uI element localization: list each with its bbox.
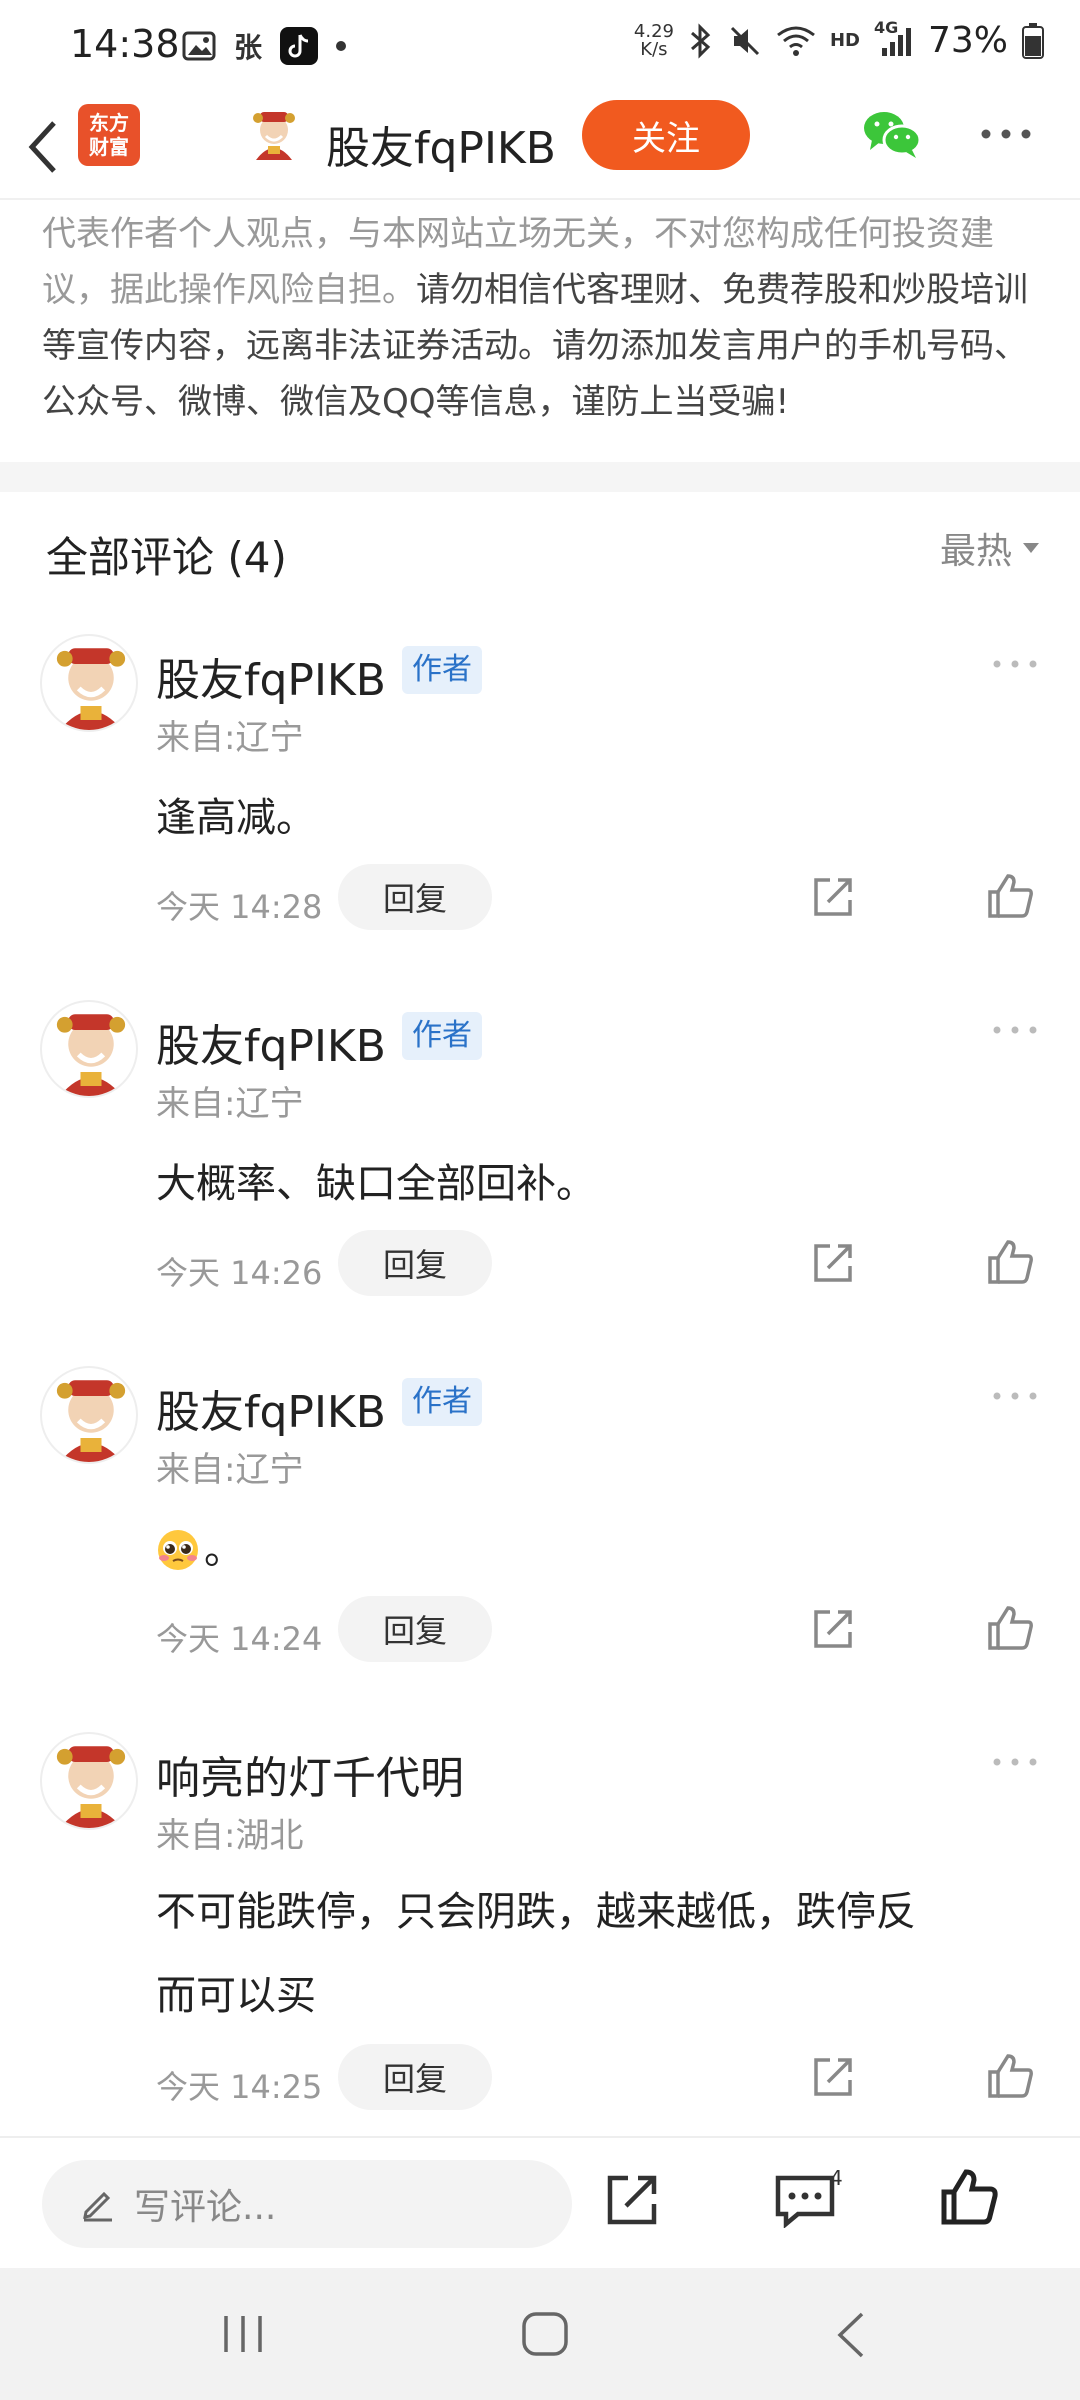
comment-time: 今天 14:24 xyxy=(156,1620,323,1658)
like-icon[interactable] xyxy=(940,2168,998,2226)
write-comment-placeholder: 写评论... xyxy=(134,2187,277,2228)
reply-button[interactable]: 回复 xyxy=(338,1596,492,1662)
caret-down-icon xyxy=(1023,543,1039,553)
home-icon[interactable] xyxy=(520,2310,570,2358)
sort-dropdown[interactable]: 最热 xyxy=(940,522,1040,574)
comment-text: 。 xyxy=(204,1527,244,1573)
comment-time: 今天 14:26 xyxy=(156,1254,323,1292)
bottom-action-bar: 写评论... 4 xyxy=(0,2136,1080,2268)
comment-text: 不可能跌停，只会阴跌，越来越低，跌停反 而可以买 xyxy=(156,1870,1036,2038)
status-left-icons: 张 xyxy=(182,26,347,66)
signal-icon xyxy=(881,27,911,56)
net-speed: 4.29 K/s xyxy=(633,20,674,60)
section-divider xyxy=(0,462,1080,492)
commenter-region: 来自:辽宁 xyxy=(156,718,304,758)
commenter-name[interactable]: 股友fqPIKB xyxy=(156,1010,386,1074)
zhang-app-icon: 张 xyxy=(234,31,263,64)
author-badge: 作者 xyxy=(402,1378,482,1426)
status-right-icons: 4.29 K/s HD 4G 73% xyxy=(633,18,1044,61)
nav-back-icon[interactable] xyxy=(830,2310,870,2360)
commenter-avatar[interactable] xyxy=(40,634,138,732)
sort-label: 最热 xyxy=(939,531,1012,572)
battery-icon xyxy=(1022,22,1044,59)
commenter-region: 来自:湖北 xyxy=(156,1816,304,1856)
comment-item: 股友fqPIKB 作者 来自:辽宁 大概率、缺口全部回补。 今天 14:26 回… xyxy=(0,1000,1080,1300)
comment-content: 。 xyxy=(156,1508,1036,1592)
commenter-avatar[interactable] xyxy=(40,1366,138,1464)
net-speed-value: 4.29 xyxy=(633,20,674,42)
wechat-share-icon[interactable] xyxy=(860,106,924,162)
comment-time: 今天 14:28 xyxy=(156,888,323,926)
commenter-avatar[interactable] xyxy=(40,1000,138,1098)
comment-text-line: 而可以买 xyxy=(156,1973,316,2019)
reply-button[interactable]: 回复 xyxy=(338,1230,492,1296)
commenter-name[interactable]: 股友fqPIKB xyxy=(156,644,386,708)
status-bar: 14:38 张 4.29 K/s HD 4G 73% xyxy=(0,0,1080,92)
follow-button[interactable]: 关注 xyxy=(582,100,750,170)
comment-more-icon[interactable] xyxy=(990,1754,1040,1770)
share-icon[interactable] xyxy=(810,874,856,920)
share-icon[interactable] xyxy=(810,1606,856,1652)
top-bar: 东方 财富 股友fqPIKB 关注 xyxy=(0,92,1080,202)
comment-text-line: 不可能跌停，只会阴跌，越来越低，跌停反 xyxy=(156,1889,916,1935)
comment-count-badge: 4 xyxy=(830,2166,843,2190)
comment-item: 股友fqPIKB 作者 来自:辽宁 逢高减。 今天 14:28 回复 xyxy=(0,634,1080,934)
like-icon[interactable] xyxy=(986,872,1034,920)
logo-text-line1: 东方 xyxy=(89,111,129,135)
reply-button[interactable]: 回复 xyxy=(338,2044,492,2110)
comment-text: 逢高减。 xyxy=(156,795,316,841)
author-avatar[interactable] xyxy=(246,106,302,162)
author-badge: 作者 xyxy=(402,646,482,694)
comment-more-icon[interactable] xyxy=(990,1388,1040,1404)
dot-icon xyxy=(336,41,347,51)
logo-text-line2: 财富 xyxy=(89,135,129,159)
comment-time: 今天 14:25 xyxy=(156,2068,323,2106)
like-icon[interactable] xyxy=(986,2052,1034,2100)
pencil-icon xyxy=(83,2191,112,2222)
hd-label: HD xyxy=(829,30,860,51)
battery-percent: 73% xyxy=(927,20,1008,61)
commenter-avatar[interactable] xyxy=(40,1732,138,1830)
comment-text: 大概率、缺口全部回补。 xyxy=(156,1161,596,1207)
system-nav-bar xyxy=(0,2268,1080,2400)
author-badge: 作者 xyxy=(402,1012,482,1060)
bluetooth-icon xyxy=(690,22,711,59)
net-speed-unit: K/s xyxy=(640,38,668,60)
share-icon[interactable] xyxy=(810,2054,856,2100)
commenter-name[interactable]: 响亮的灯千代明 xyxy=(156,1742,464,1806)
back-icon[interactable] xyxy=(18,102,68,192)
wifi-icon xyxy=(777,26,815,56)
status-time: 14:38 xyxy=(70,22,180,66)
comment-icon[interactable] xyxy=(774,2172,836,2228)
write-comment-input[interactable]: 写评论... xyxy=(42,2160,572,2248)
mute-icon xyxy=(730,26,760,55)
share-icon[interactable] xyxy=(810,1240,856,1286)
comment-item: 股友fqPIKB 作者 来自:辽宁 。 今天 14:24 回复 xyxy=(0,1366,1080,1666)
comments-title: 全部评论 (4) xyxy=(46,533,287,582)
risk-disclaimer: 代表作者个人观点，与本网站立场无关，不对您构成任何投资建议，据此操作风险自担。请… xyxy=(42,206,1042,430)
commenter-region: 来自:辽宁 xyxy=(156,1450,304,1490)
more-menu-icon[interactable] xyxy=(978,122,1034,146)
comment-more-icon[interactable] xyxy=(990,1022,1040,1038)
commenter-region: 来自:辽宁 xyxy=(156,1084,304,1124)
reply-button[interactable]: 回复 xyxy=(338,864,492,930)
comments-header: 全部评论 (4) 最热 xyxy=(0,492,1080,602)
recent-apps-icon[interactable] xyxy=(218,2312,268,2356)
header-divider xyxy=(0,198,1080,200)
share-icon[interactable] xyxy=(604,2172,660,2228)
commenter-name[interactable]: 股友fqPIKB xyxy=(156,1376,386,1440)
comment-more-icon[interactable] xyxy=(990,656,1040,672)
like-icon[interactable] xyxy=(986,1604,1034,1652)
comment-item: 响亮的灯千代明 来自:湖北 不可能跌停，只会阴跌，越来越低，跌停反 而可以买 今… xyxy=(0,1732,1080,2132)
pleading-face-emoji xyxy=(158,1530,198,1570)
signal-indicator: 4G xyxy=(874,18,914,58)
author-username[interactable]: 股友fqPIKB xyxy=(326,112,556,176)
like-icon[interactable] xyxy=(986,1238,1034,1286)
tiktok-icon xyxy=(280,27,319,65)
gallery-icon xyxy=(182,31,216,61)
app-logo[interactable]: 东方 财富 xyxy=(78,104,140,166)
